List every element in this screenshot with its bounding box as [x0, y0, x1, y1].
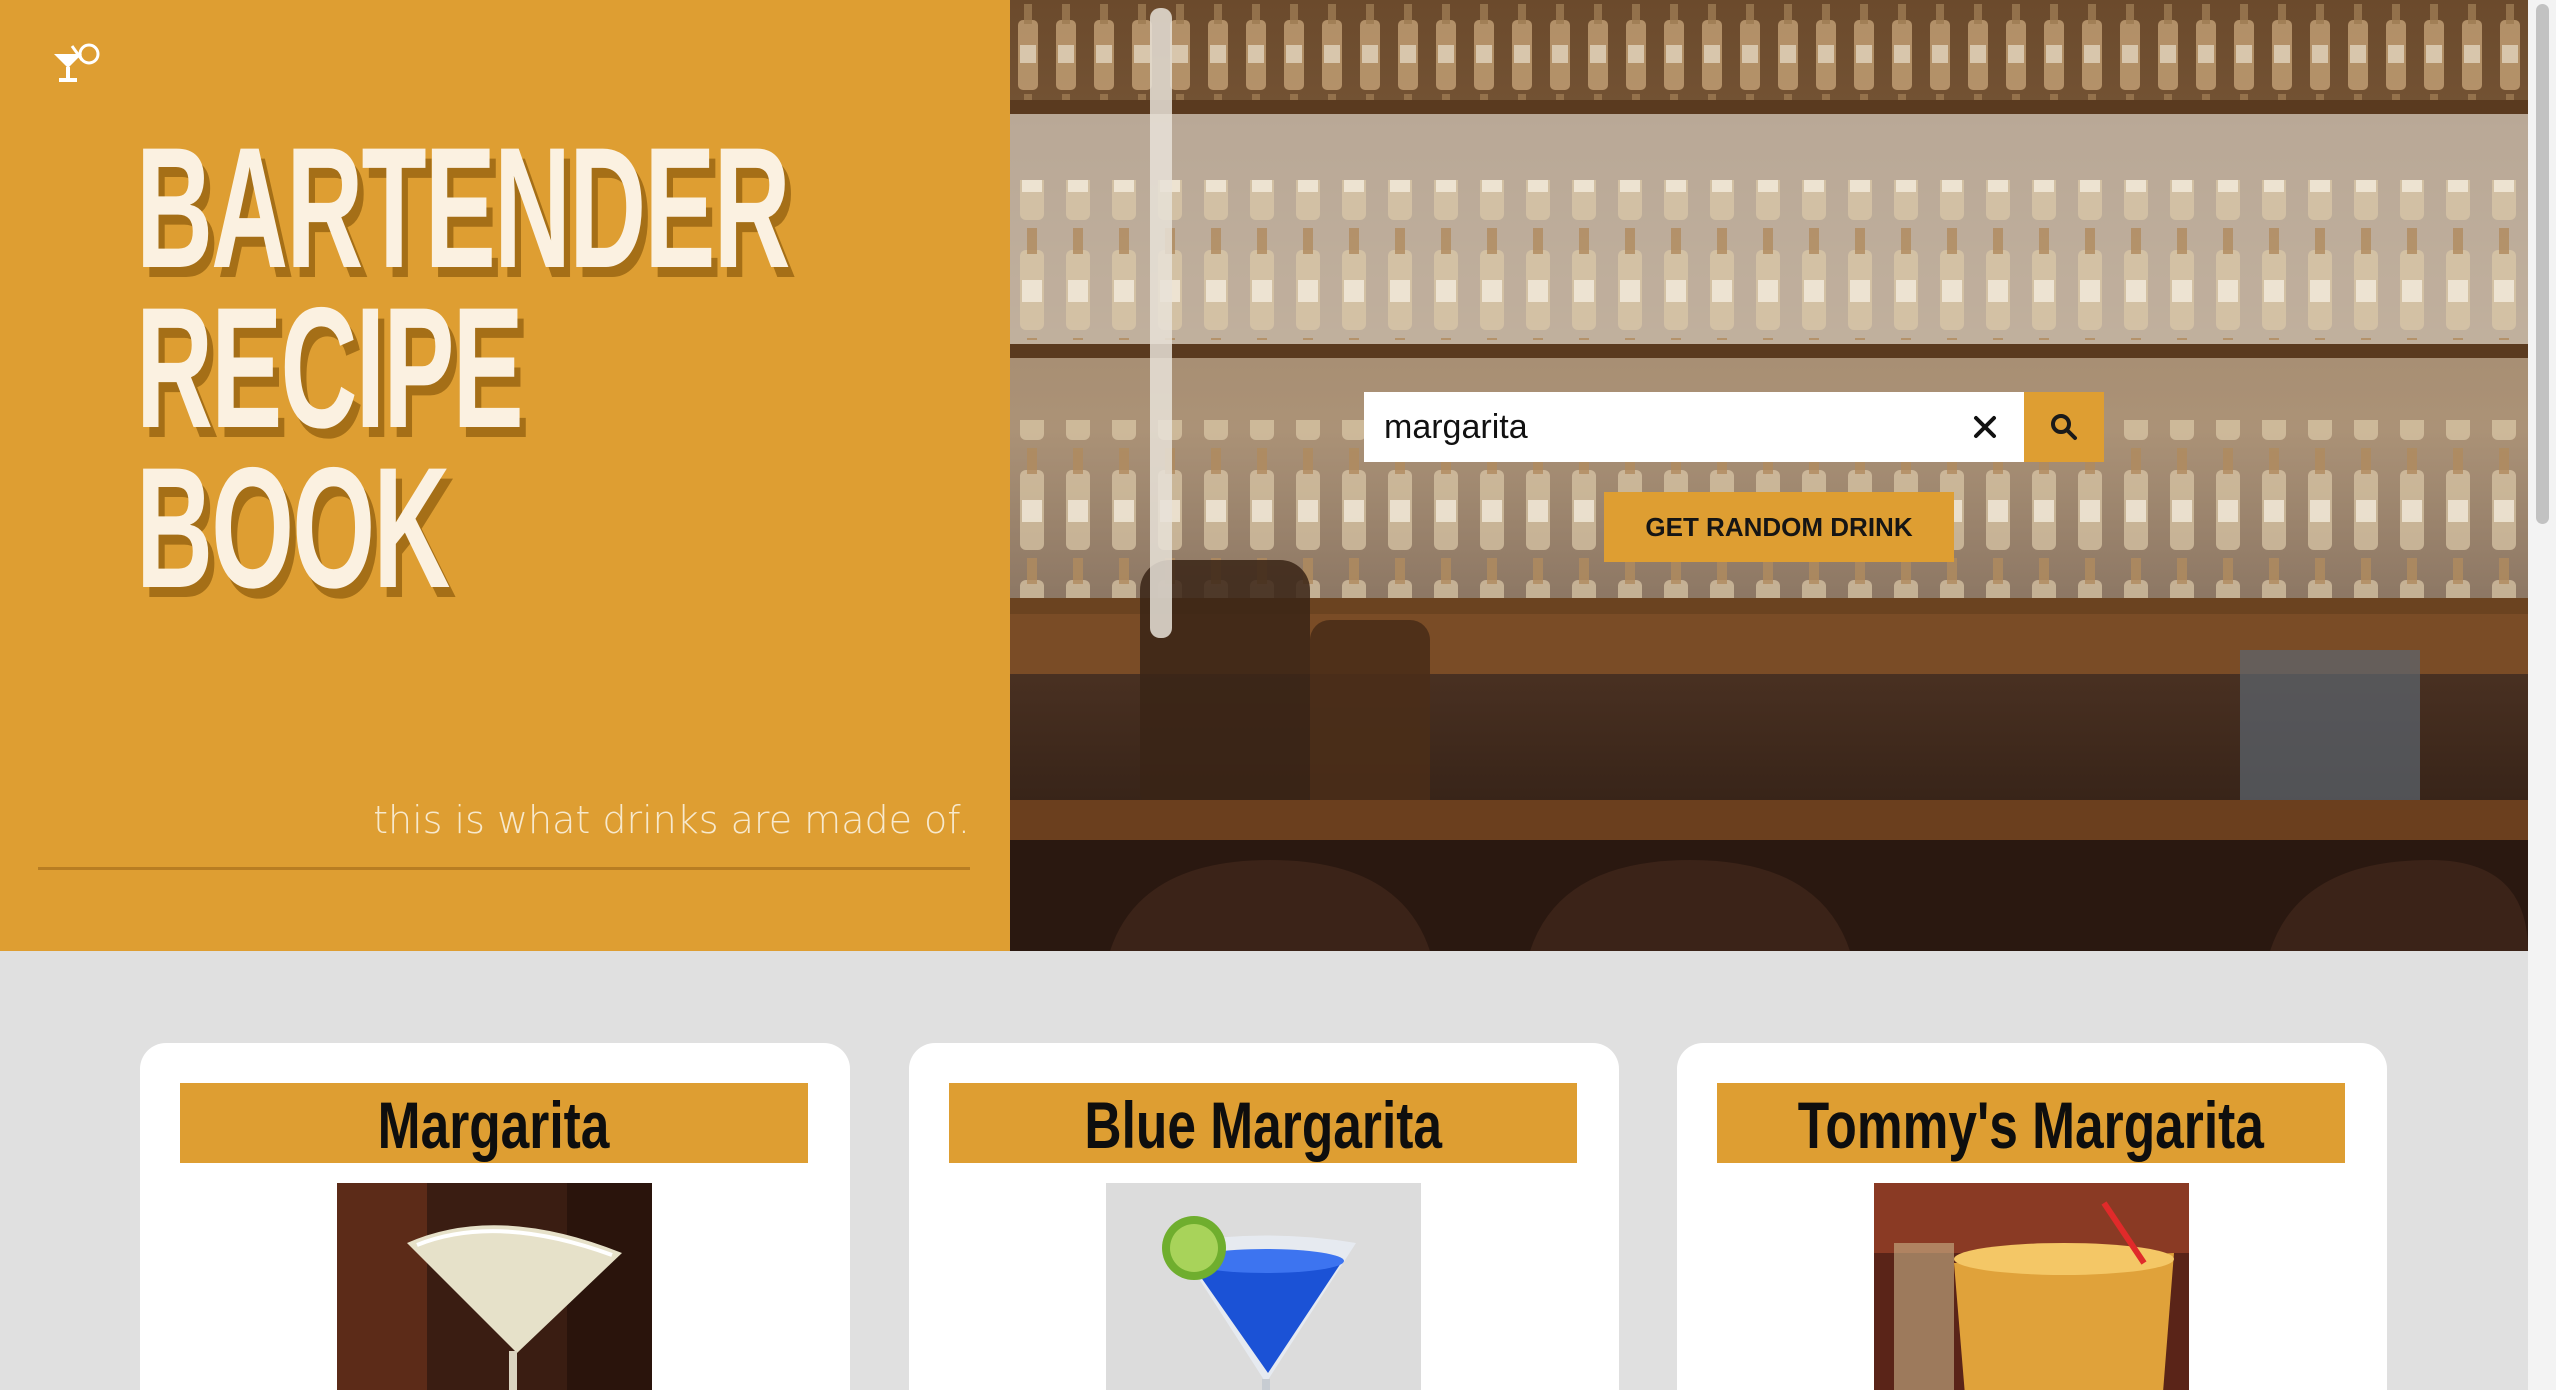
scrollbar-thumb[interactable]: [2536, 4, 2549, 524]
drink-card[interactable]: Tommy's Margarita: [1677, 1043, 2387, 1390]
page-scrollbar[interactable]: [2528, 0, 2556, 1390]
hero-section: BARTENDER RECIPE BOOK this is what drink…: [0, 0, 2528, 951]
tagline: this is what drinks are made of.: [373, 798, 970, 842]
title-line-3: BOOK: [136, 432, 450, 624]
close-icon: [1974, 416, 1996, 438]
tagline-divider: [38, 867, 970, 870]
title-line-1: BARTENDER: [136, 112, 791, 304]
bar-photo-panel: GET RANDOM DRINK: [1010, 0, 2528, 951]
drink-photo[interactable]: [1874, 1183, 2189, 1390]
clear-search-button[interactable]: [1946, 392, 2024, 462]
bar-background-photo: [1010, 0, 2528, 951]
title-line-2: RECIPE: [136, 272, 524, 464]
hero-title-panel: BARTENDER RECIPE BOOK this is what drink…: [0, 0, 1010, 951]
drink-card[interactable]: Margarita: [140, 1043, 850, 1390]
page-title: BARTENDER RECIPE BOOK: [136, 112, 791, 624]
search-input[interactable]: [1364, 392, 1946, 462]
drink-card-title: Tommy's Margarita: [1717, 1083, 2345, 1163]
search-bar: [1364, 392, 2104, 462]
page: BARTENDER RECIPE BOOK this is what drink…: [0, 0, 2556, 1390]
drink-photo[interactable]: [337, 1183, 652, 1390]
drink-card[interactable]: Blue Margarita: [909, 1043, 1619, 1390]
search-icon: [2051, 414, 2077, 440]
drink-photo[interactable]: [1106, 1183, 1421, 1390]
random-drink-button[interactable]: GET RANDOM DRINK: [1604, 492, 1954, 562]
drink-name: Blue Margarita: [1084, 1088, 1442, 1162]
drink-card-title: Blue Margarita: [949, 1083, 1577, 1163]
drink-name: Tommy's Margarita: [1797, 1088, 2265, 1162]
search-button[interactable]: [2024, 392, 2104, 462]
drink-card-title: Margarita: [180, 1083, 808, 1163]
drink-name: Margarita: [378, 1088, 610, 1162]
cocktail-icon[interactable]: [52, 42, 102, 86]
